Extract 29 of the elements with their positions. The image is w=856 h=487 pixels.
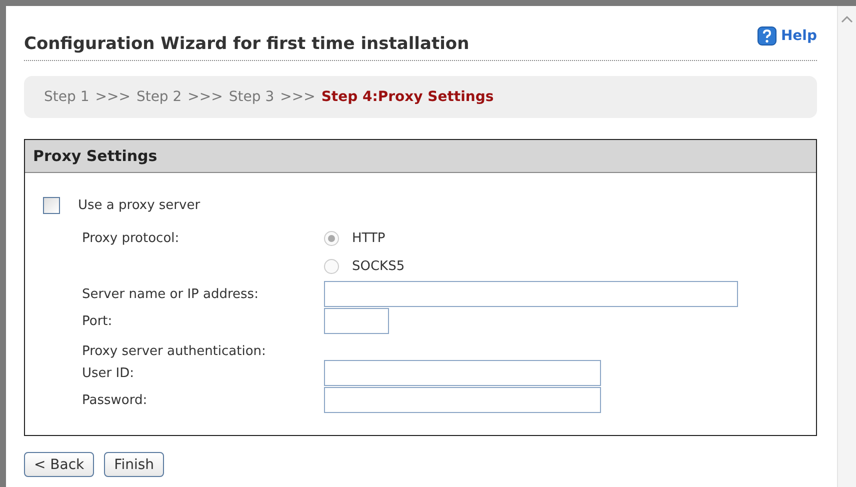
breadcrumb-separator: >>>: [95, 89, 130, 105]
page-title: Configuration Wizard for first time installation: [24, 34, 470, 54]
checkbox[interactable]: [43, 196, 60, 214]
field-label: Server name or IP address:: [82, 286, 260, 302]
breadcrumb-step: Step 2: [136, 89, 182, 105]
input-field[interactable]: [324, 308, 389, 334]
field-label: User ID:: [82, 366, 135, 380]
input-field[interactable]: [324, 360, 601, 386]
field-label: Port:: [82, 314, 114, 328]
field-label: Password:: [82, 392, 148, 408]
scroll-up-icon[interactable]: [841, 14, 853, 24]
breadcrumb-step: Step 4:Proxy Settings: [321, 89, 494, 105]
breadcrumb-step: Step 1: [44, 89, 90, 105]
help-link[interactable]: Help: [756, 26, 817, 46]
scrollbar[interactable]: [837, 6, 856, 487]
checkbox-label: Use a proxy server: [78, 198, 200, 212]
radio-label: SOCKS5: [352, 259, 405, 274]
section-label: Proxy server authentication:: [82, 344, 267, 359]
field-label: Proxy protocol:: [82, 231, 180, 246]
help-icon: [756, 26, 777, 46]
breadcrumb-step: Step 3: [228, 89, 274, 105]
input-field[interactable]: [324, 387, 601, 413]
finish-button[interactable]: Finish: [104, 452, 164, 477]
panel-title: Proxy Settings: [25, 140, 816, 173]
back-button[interactable]: < Back: [24, 452, 94, 477]
breadcrumb-separator: >>>: [188, 89, 223, 105]
radio-label: HTTP: [352, 231, 386, 246]
input-field[interactable]: [324, 281, 738, 307]
breadcrumb-separator: >>>: [280, 89, 316, 105]
